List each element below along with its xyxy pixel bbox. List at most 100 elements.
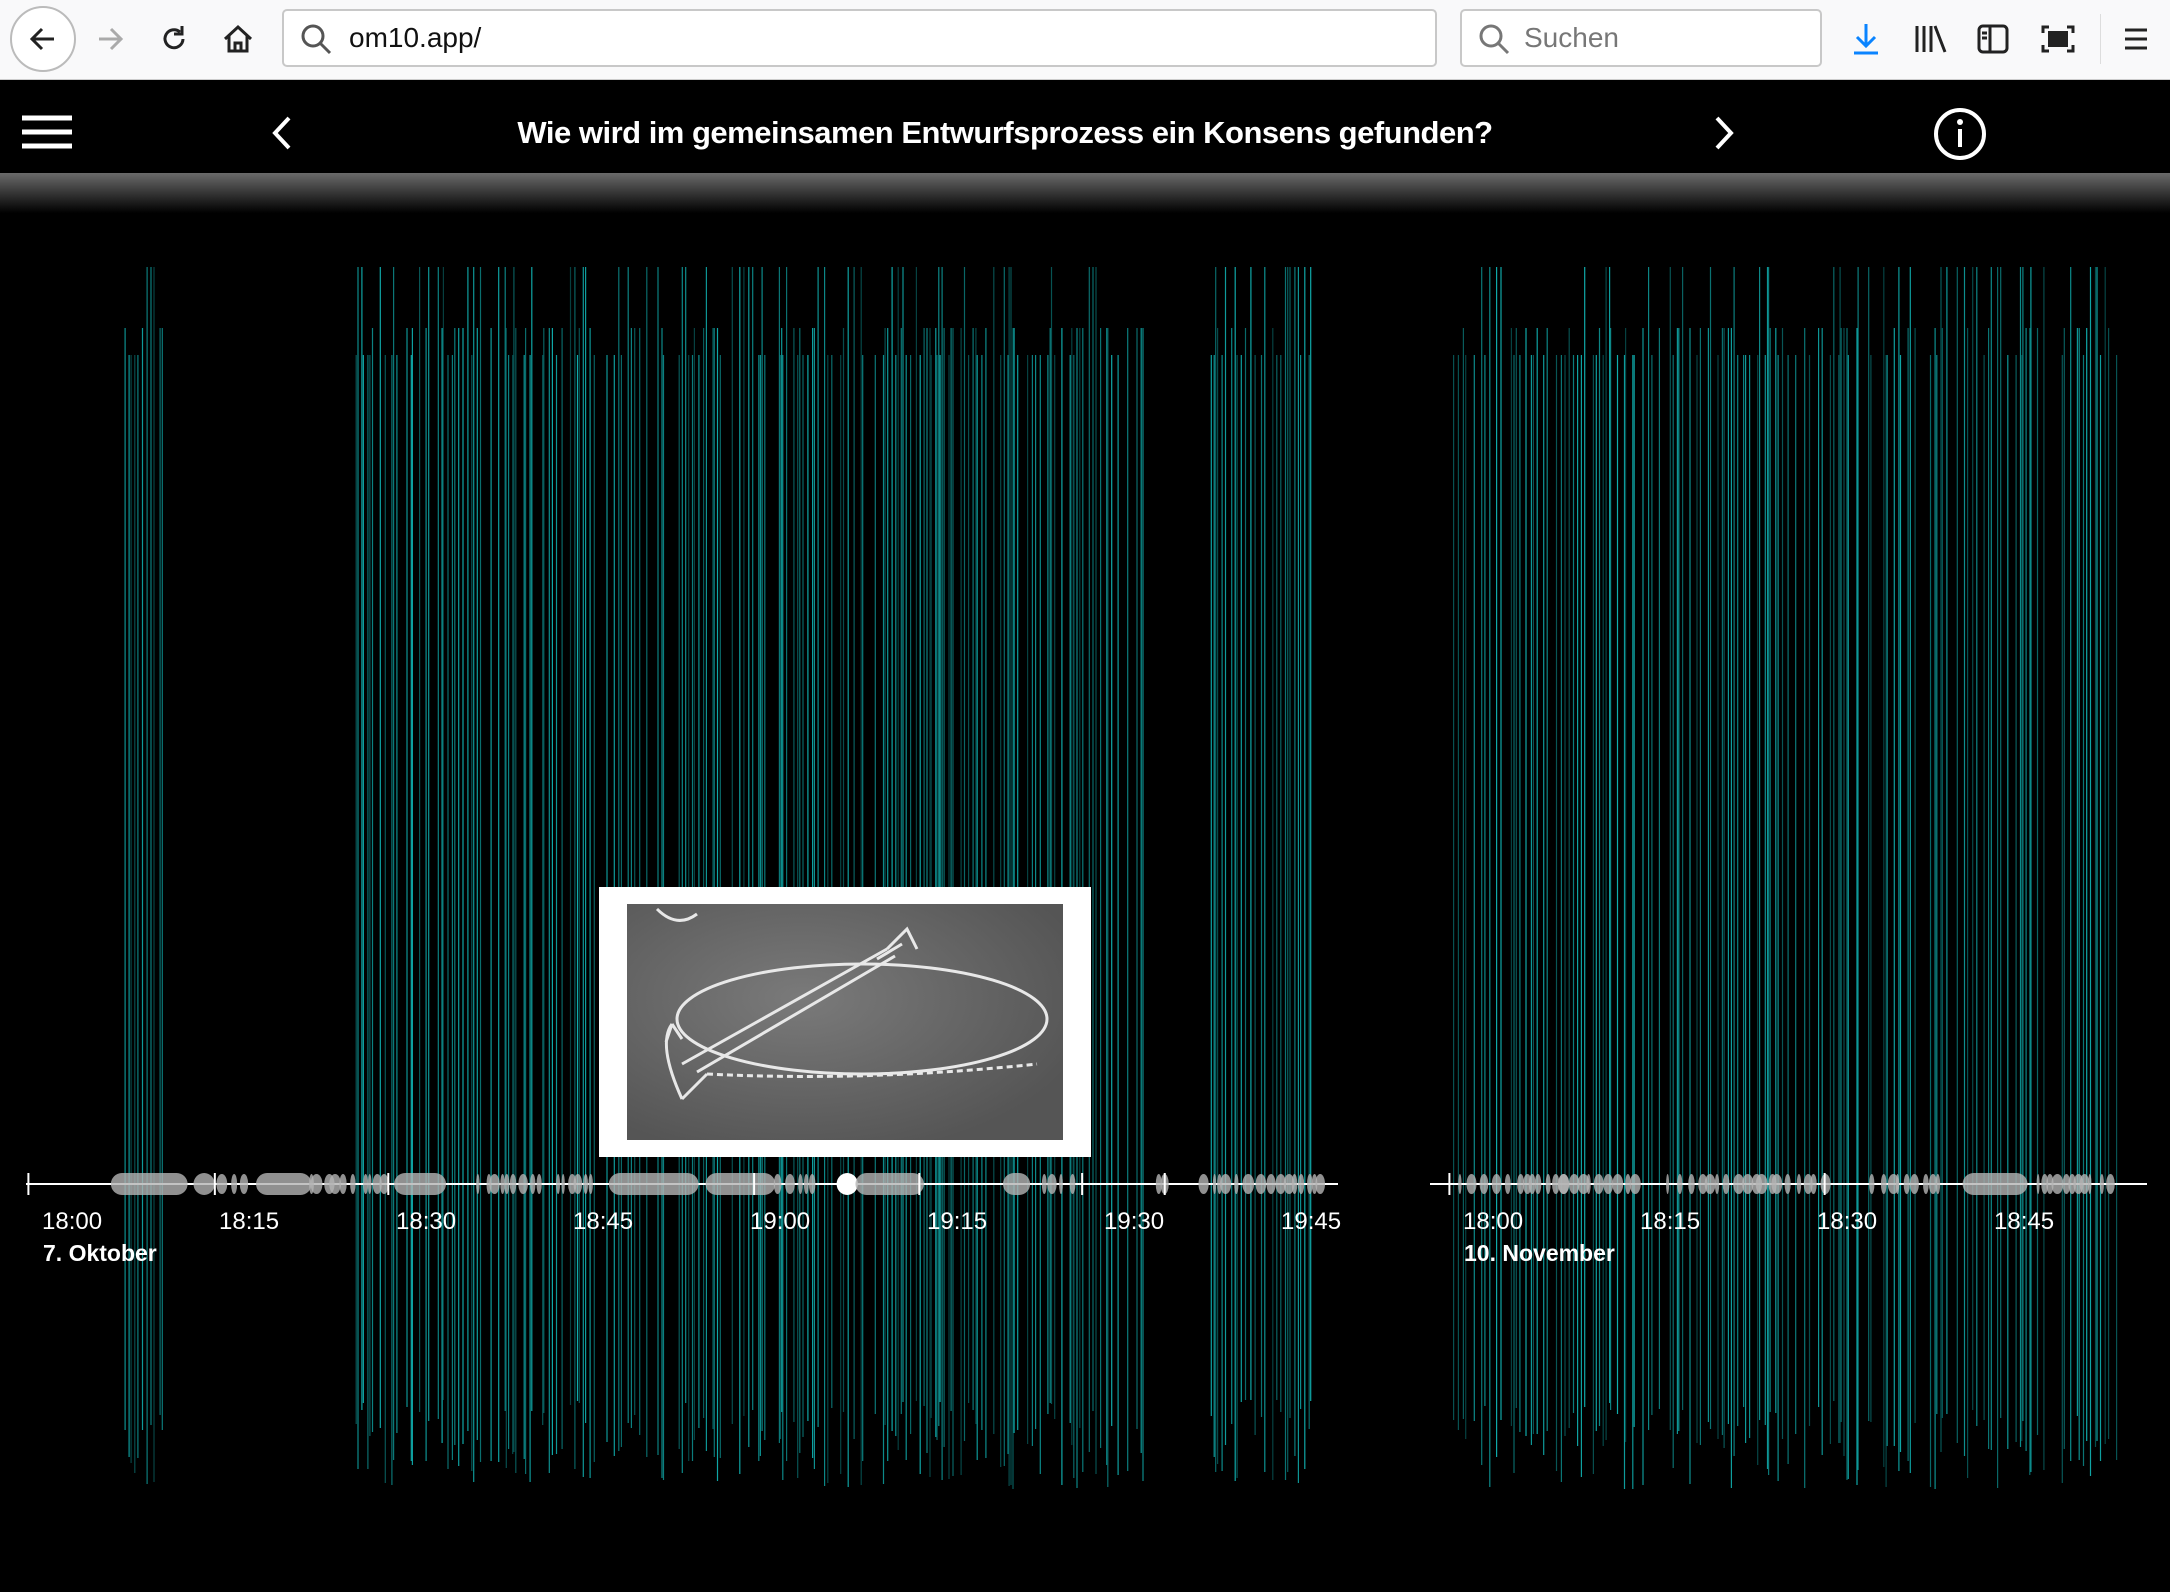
- activity-line: [732, 267, 733, 1424]
- activity-segment[interactable]: [556, 1174, 560, 1194]
- activity-line: [848, 267, 849, 1487]
- activity-segment[interactable]: [1070, 1174, 1076, 1194]
- activity-segment[interactable]: [368, 1174, 372, 1194]
- activity-segment[interactable]: [329, 1174, 341, 1194]
- activity-segment[interactable]: [476, 1174, 479, 1194]
- activity-segment[interactable]: [1594, 1174, 1604, 1194]
- activity-segment[interactable]: [500, 1174, 504, 1194]
- activity-line: [2090, 267, 2091, 1476]
- active-segment[interactable]: [837, 1173, 858, 1195]
- activity-segment[interactable]: [1963, 1173, 2028, 1195]
- activity-segment[interactable]: [518, 1174, 527, 1194]
- activity-segment[interactable]: [1910, 1174, 1919, 1194]
- activity-segment[interactable]: [706, 1173, 776, 1195]
- activity-segment[interactable]: [1059, 1174, 1063, 1194]
- activity-segment[interactable]: [609, 1173, 699, 1195]
- activity-segment[interactable]: [1535, 1174, 1542, 1194]
- activity-segment[interactable]: [1723, 1174, 1730, 1194]
- activity-segment[interactable]: [1904, 1174, 1910, 1194]
- activity-segment[interactable]: [1756, 1174, 1768, 1194]
- activity-segment[interactable]: [1603, 1174, 1613, 1194]
- activity-segment[interactable]: [1869, 1174, 1874, 1194]
- activity-segment[interactable]: [1896, 1174, 1899, 1194]
- activity-segment[interactable]: [1881, 1174, 1887, 1194]
- activity-segment[interactable]: [562, 1174, 565, 1194]
- activity-segment[interactable]: [256, 1173, 311, 1195]
- activity-segment[interactable]: [1492, 1174, 1501, 1194]
- activity-segment[interactable]: [1771, 1174, 1782, 1194]
- activity-segment[interactable]: [809, 1174, 816, 1194]
- activity-segment[interactable]: [855, 1173, 923, 1195]
- activity-segment[interactable]: [1666, 1174, 1669, 1194]
- activity-segment[interactable]: [1242, 1174, 1254, 1194]
- activity-segment[interactable]: [1923, 1174, 1929, 1194]
- activity-line: [1581, 355, 1582, 1477]
- activity-segment[interactable]: [1467, 1174, 1477, 1194]
- activity-segment[interactable]: [804, 1174, 809, 1194]
- activity-segment[interactable]: [1213, 1174, 1216, 1194]
- activity-segment[interactable]: [1047, 1174, 1056, 1194]
- activity-line: [739, 267, 740, 1474]
- activity-segment[interactable]: [2037, 1174, 2040, 1194]
- activity-line: [1765, 355, 1766, 1425]
- activity-segment[interactable]: [394, 1173, 446, 1195]
- activity-segment[interactable]: [363, 1174, 368, 1194]
- activity-segment[interactable]: [489, 1174, 499, 1194]
- activity-segment[interactable]: [216, 1174, 227, 1194]
- activity-line: [1250, 267, 1251, 1400]
- activity-segment[interactable]: [774, 1174, 782, 1194]
- activity-segment[interactable]: [2080, 1174, 2090, 1194]
- activity-segment[interactable]: [588, 1174, 592, 1194]
- activity-segment[interactable]: [537, 1174, 542, 1194]
- activity-segment[interactable]: [583, 1174, 588, 1194]
- activity-segment[interactable]: [574, 1174, 583, 1194]
- activity-segment[interactable]: [1234, 1174, 1238, 1194]
- activity-segment[interactable]: [111, 1173, 188, 1195]
- activity-segment[interactable]: [350, 1174, 355, 1194]
- activity-segment[interactable]: [1630, 1174, 1641, 1194]
- activity-segment[interactable]: [1705, 1174, 1716, 1194]
- activity-segment[interactable]: [231, 1174, 237, 1194]
- activity-segment[interactable]: [1715, 1174, 1719, 1194]
- activity-segment[interactable]: [2106, 1174, 2115, 1194]
- activity-segment[interactable]: [1480, 1174, 1489, 1194]
- activity-segment[interactable]: [339, 1174, 346, 1194]
- activity-segment[interactable]: [240, 1174, 248, 1194]
- activity-segment[interactable]: [1266, 1174, 1275, 1194]
- activity-segment[interactable]: [1315, 1174, 1325, 1194]
- activity-segment[interactable]: [1546, 1174, 1551, 1194]
- activity-segment[interactable]: [1505, 1174, 1511, 1194]
- activity-segment[interactable]: [1298, 1174, 1304, 1194]
- activity-segment[interactable]: [1785, 1174, 1791, 1194]
- activity-segment[interactable]: [1797, 1174, 1801, 1194]
- activity-segment[interactable]: [504, 1174, 509, 1194]
- activity-segment[interactable]: [1677, 1174, 1682, 1194]
- activity-line: [590, 328, 591, 1478]
- activity-segment[interactable]: [1198, 1174, 1208, 1194]
- activity-segment[interactable]: [530, 1174, 535, 1194]
- activity-segment[interactable]: [1220, 1174, 1231, 1194]
- activity-segment[interactable]: [1810, 1174, 1817, 1194]
- activity-segment[interactable]: [1612, 1174, 1623, 1194]
- activity-segment[interactable]: [798, 1174, 803, 1194]
- activity-segment[interactable]: [1458, 1174, 1461, 1194]
- video-preview[interactable]: [599, 887, 1091, 1157]
- activity-segment[interactable]: [1936, 1174, 1941, 1194]
- timeline-1[interactable]: [1430, 1173, 2147, 1195]
- activity-segment[interactable]: [1558, 1174, 1569, 1194]
- activity-segment[interactable]: [785, 1174, 795, 1194]
- activity-segment[interactable]: [1688, 1174, 1695, 1194]
- activity-segment[interactable]: [2088, 1174, 2091, 1194]
- activity-segment[interactable]: [2051, 1174, 2063, 1194]
- activity-segment[interactable]: [311, 1174, 323, 1194]
- activity-segment[interactable]: [510, 1174, 516, 1194]
- activity-segment[interactable]: [1529, 1174, 1536, 1194]
- activity-segment[interactable]: [1586, 1174, 1590, 1194]
- activity-segment[interactable]: [1256, 1174, 1267, 1194]
- activity-line: [1768, 267, 1769, 1475]
- activity-segment[interactable]: [2100, 1174, 2104, 1194]
- activity-segment[interactable]: [1292, 1174, 1298, 1194]
- activity-segment[interactable]: [1042, 1174, 1047, 1194]
- activity-segment[interactable]: [194, 1173, 215, 1195]
- activity-segment[interactable]: [1003, 1173, 1030, 1195]
